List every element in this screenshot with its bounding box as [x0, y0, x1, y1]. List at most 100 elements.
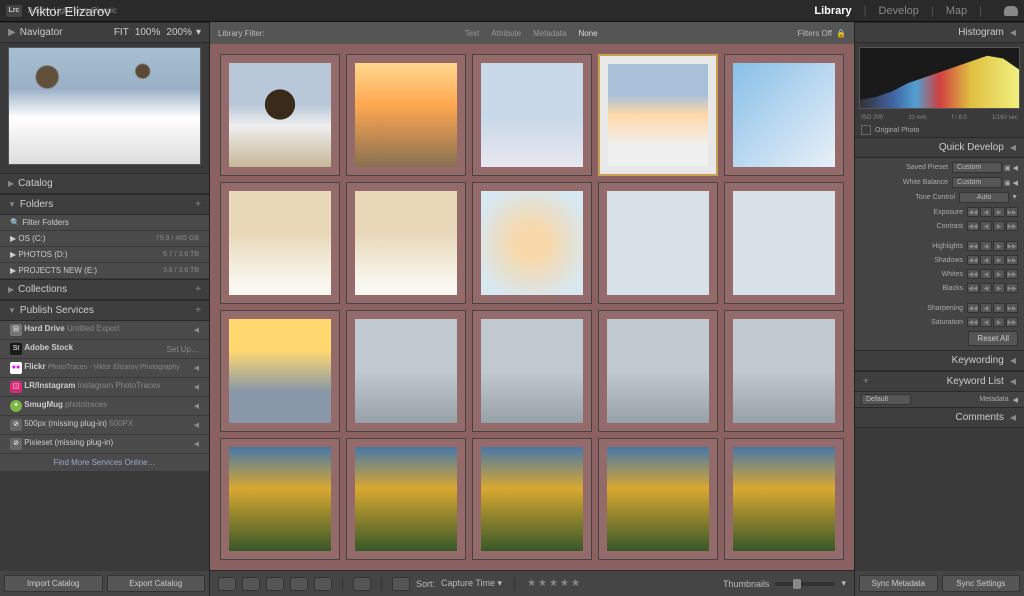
- painter-icon[interactable]: [353, 577, 371, 591]
- publish-500px[interactable]: ⊘ 500px (missing plug-in) 500PX◀: [0, 416, 209, 435]
- whites-control[interactable]: ◀◀◀▶▶▶: [967, 269, 1018, 279]
- histogram-chart[interactable]: [859, 47, 1020, 109]
- publish-adobestock[interactable]: St Adobe StockSet Up…: [0, 340, 209, 359]
- thumb-18[interactable]: [472, 438, 592, 560]
- publish-flickr[interactable]: ●● Flickr PhotoTraces - Viktor Elizarov …: [0, 359, 209, 378]
- keywording-header[interactable]: Keywording◀: [855, 350, 1024, 371]
- thumb-20[interactable]: [724, 438, 844, 560]
- sync-metadata-button[interactable]: Sync Metadata: [859, 575, 938, 592]
- filters-off[interactable]: Filters Off: [797, 29, 832, 38]
- import-catalog-button[interactable]: Import Catalog: [4, 575, 103, 592]
- thumb-1[interactable]: [220, 54, 340, 176]
- publish-list: ⊟ Hard Drive Untitled Export◀ St Adobe S…: [0, 321, 209, 471]
- thumb-19[interactable]: [598, 438, 718, 560]
- add-folder-icon[interactable]: +: [195, 199, 201, 210]
- filter-lock-icon[interactable]: 🔒: [836, 29, 846, 38]
- thumb-10[interactable]: [724, 182, 844, 304]
- metadata-preset-select[interactable]: Default: [861, 394, 911, 405]
- folders-header[interactable]: ▼Folders +: [0, 194, 209, 215]
- thumb-16[interactable]: [220, 438, 340, 560]
- module-map[interactable]: Map: [946, 5, 967, 17]
- zoom-200[interactable]: 200%: [166, 27, 192, 38]
- histogram-header[interactable]: Histogram◀: [855, 22, 1024, 43]
- sharpening-control[interactable]: ◀◀◀▶▶▶: [967, 303, 1018, 313]
- filter-text[interactable]: Text: [465, 29, 480, 38]
- filter-folders-row[interactable]: 🔍 Filter Folders: [0, 215, 209, 231]
- title-bar: Lrc Adobe Lightroom Classic Library | De…: [0, 0, 1024, 22]
- blacks-control[interactable]: ◀◀◀▶▶▶: [967, 283, 1018, 293]
- library-filter-bar: Library Filter: Text Attribute Metadata …: [210, 22, 854, 44]
- grid-view-icon[interactable]: [218, 577, 236, 591]
- original-photo-row: Original Photo: [855, 123, 1024, 137]
- histogram-info: ISO 20010 mmf / 8.01/160 sec: [855, 113, 1024, 123]
- navigator-preview[interactable]: [8, 47, 201, 165]
- publish-harddrive[interactable]: ⊟ Hard Drive Untitled Export◀: [0, 321, 209, 340]
- module-develop[interactable]: Develop: [879, 5, 919, 17]
- collections-title: Collections: [18, 284, 195, 295]
- thumb-7[interactable]: [346, 182, 466, 304]
- catalog-header[interactable]: ▶Catalog: [0, 173, 209, 194]
- contrast-control[interactable]: ◀◀◀▶▶▶: [967, 221, 1018, 231]
- quickdevelop-header[interactable]: Quick Develop◀: [855, 137, 1024, 158]
- cloud-sync-icon[interactable]: [1004, 6, 1018, 16]
- original-photo-checkbox[interactable]: [861, 125, 871, 135]
- people-view-icon[interactable]: [314, 577, 332, 591]
- navigator-header[interactable]: ▶ Navigator FIT 100% 200% ▾: [0, 22, 209, 43]
- thumb-4-selected[interactable]: [598, 54, 718, 176]
- metadata-title[interactable]: Metadata: [979, 396, 1008, 403]
- thumb-2[interactable]: [346, 54, 466, 176]
- thumb-3[interactable]: [472, 54, 592, 176]
- reset-all-button[interactable]: Reset All: [968, 331, 1018, 346]
- filter-attribute[interactable]: Attribute: [491, 29, 521, 38]
- histogram-title: Histogram: [958, 27, 1004, 38]
- catalog-title: Catalog: [18, 178, 201, 189]
- thumb-5[interactable]: [724, 54, 844, 176]
- thumb-6[interactable]: [220, 182, 340, 304]
- thumb-8[interactable]: [472, 182, 592, 304]
- thumb-11[interactable]: [220, 310, 340, 432]
- zoom-menu[interactable]: ▾: [196, 27, 201, 38]
- publish-pixieset[interactable]: ⊘ Pixieset (missing plug-in)◀: [0, 435, 209, 454]
- publish-smugmug[interactable]: ✦ SmugMug phototraces◀: [0, 397, 209, 416]
- sort-direction-icon[interactable]: [392, 577, 410, 591]
- thumb-12[interactable]: [346, 310, 466, 432]
- rating-stars[interactable]: ★★★★★: [527, 578, 582, 589]
- highlights-control[interactable]: ◀◀◀▶▶▶: [967, 241, 1018, 251]
- zoom-fit[interactable]: FIT: [114, 27, 129, 38]
- loupe-view-icon[interactable]: [242, 577, 260, 591]
- exposure-control[interactable]: ◀◀◀▶▶▶: [967, 207, 1018, 217]
- drive-os[interactable]: ▶ OS (C:)79.9 / 465 GB: [0, 231, 209, 247]
- collections-header[interactable]: ▶Collections+: [0, 279, 209, 300]
- saturation-control[interactable]: ◀◀◀▶▶▶: [967, 317, 1018, 327]
- zoom-100[interactable]: 100%: [135, 27, 161, 38]
- publish-instagram[interactable]: ◫ LR/Instagram Instagram PhotoTraces◀: [0, 378, 209, 397]
- sync-settings-button[interactable]: Sync Settings: [942, 575, 1021, 592]
- drive-projects[interactable]: ▶ PROJECTS NEW (E:)3.6 / 3.6 TB: [0, 263, 209, 279]
- thumbnail-size-slider[interactable]: [775, 582, 835, 586]
- filter-metadata[interactable]: Metadata: [533, 29, 566, 38]
- survey-view-icon[interactable]: [290, 577, 308, 591]
- navigator-title: Navigator: [20, 27, 114, 38]
- keywordlist-header[interactable]: +Keyword List◀: [855, 371, 1024, 392]
- sort-by[interactable]: Capture Time ▾: [441, 578, 502, 589]
- thumb-13[interactable]: [472, 310, 592, 432]
- thumb-14[interactable]: [598, 310, 718, 432]
- compare-view-icon[interactable]: [266, 577, 284, 591]
- module-library[interactable]: Library: [814, 5, 851, 17]
- filter-none[interactable]: None: [578, 29, 597, 38]
- white-balance-select[interactable]: Custom: [952, 177, 1002, 188]
- drive-photos[interactable]: ▶ PHOTOS (D:)6.7 / 3.6 TB: [0, 247, 209, 263]
- thumbnail-grid[interactable]: [210, 44, 854, 570]
- export-catalog-button[interactable]: Export Catalog: [107, 575, 206, 592]
- saved-preset-select[interactable]: Custom: [952, 162, 1002, 173]
- publish-title: Publish Services: [20, 305, 195, 316]
- shadows-control[interactable]: ◀◀◀▶▶▶: [967, 255, 1018, 265]
- find-more-services[interactable]: Find More Services Online…: [0, 454, 209, 471]
- thumb-15[interactable]: [724, 310, 844, 432]
- thumb-17[interactable]: [346, 438, 466, 560]
- thumb-9[interactable]: [598, 182, 718, 304]
- publish-header[interactable]: ▼Publish Services+: [0, 300, 209, 321]
- comments-header[interactable]: Comments◀: [855, 407, 1024, 428]
- toolbar-menu-icon[interactable]: ▾: [841, 578, 846, 589]
- auto-tone-button[interactable]: Auto: [959, 192, 1009, 203]
